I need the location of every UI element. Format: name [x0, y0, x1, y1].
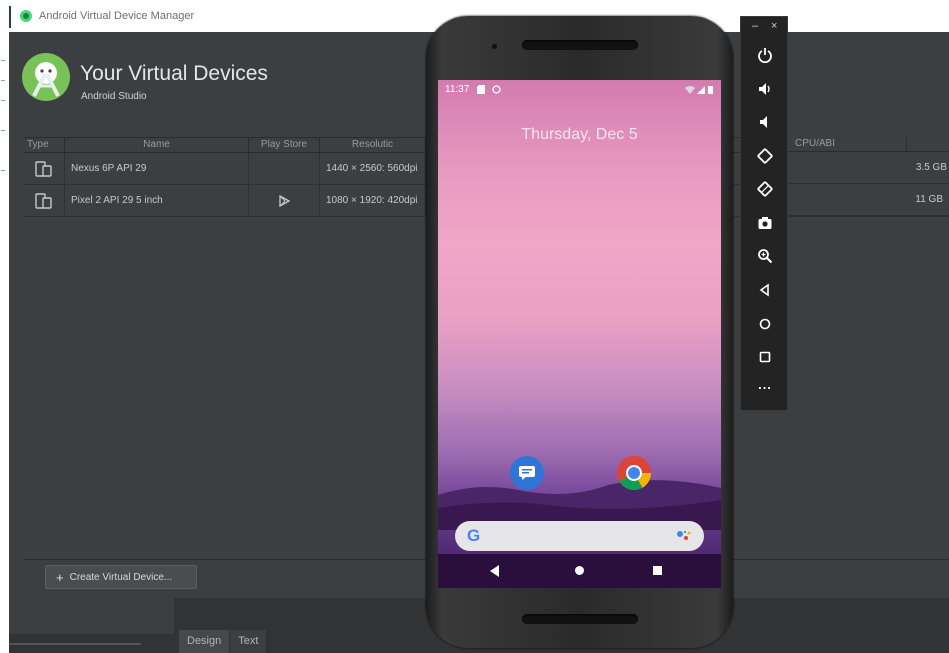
android-studio-icon — [20, 10, 32, 22]
device-size: 3.5 GB — [915, 162, 947, 173]
message-bubble-icon — [519, 466, 535, 480]
google-search-bar[interactable]: G — [455, 521, 704, 551]
lockscreen-date[interactable]: Thursday, Dec 5 — [438, 126, 721, 144]
screenshot-button[interactable] — [753, 211, 777, 235]
device-resolution: 1440 × 2560: 560dpi — [320, 153, 426, 184]
status-time: 11:37 — [445, 84, 470, 95]
device-size: 11 GB — [915, 194, 943, 205]
editor-tabs: Design Text — [179, 630, 267, 653]
window-title: Android Virtual Device Manager — [39, 10, 195, 22]
back-button[interactable] — [753, 278, 777, 302]
column-cpu-abi[interactable]: CPU/ABI — [795, 138, 835, 149]
play-store-icon — [279, 194, 290, 207]
notification-icons — [477, 84, 501, 95]
chrome-app-icon[interactable] — [616, 455, 652, 491]
volume-down-button[interactable] — [753, 110, 777, 134]
zoom-button[interactable] — [753, 244, 777, 268]
tab-design[interactable]: Design — [179, 630, 230, 653]
navigation-bar — [438, 554, 721, 588]
device-resolution: 1080 × 1920: 420dpi — [320, 185, 426, 216]
device-name: Nexus 6P API 29 — [65, 153, 249, 184]
overview-icon — [759, 351, 771, 363]
google-logo: G — [467, 526, 481, 545]
device-type-cell — [23, 185, 65, 216]
nav-recents-icon[interactable] — [653, 566, 662, 575]
tab-text[interactable]: Text — [230, 630, 267, 653]
wifi-icon — [684, 85, 695, 94]
volume-up-icon — [759, 83, 770, 95]
home-button[interactable] — [753, 312, 777, 336]
rotate-left-icon — [757, 148, 773, 164]
emulator-toolbar: – × ... — [740, 16, 788, 411]
ide-left-edge — [0, 0, 9, 653]
home-icon — [759, 318, 771, 330]
more-icon[interactable]: ... — [753, 378, 777, 391]
system-status-icons — [684, 84, 713, 95]
create-virtual-device-button[interactable]: + Create Virtual Device... — [45, 565, 197, 589]
device-type-cell — [23, 153, 65, 184]
zoom-icon — [758, 249, 773, 264]
column-play-store[interactable]: Play Store — [249, 138, 320, 152]
sd-card-icon — [477, 85, 485, 95]
messages-app-icon[interactable] — [510, 456, 544, 490]
volume-up-button[interactable] — [753, 77, 777, 101]
close-icon[interactable]: × — [771, 20, 777, 32]
google-assistant-icon[interactable] — [676, 529, 692, 543]
power-icon — [758, 48, 772, 63]
rotate-left-button[interactable] — [753, 144, 777, 168]
status-bar: 11:37 — [438, 80, 721, 100]
camera-icon — [758, 217, 772, 229]
page-subtitle: Android Studio — [81, 91, 147, 102]
column-resolution[interactable]: Resolutic — [320, 138, 426, 152]
play-store-cell — [249, 185, 320, 216]
emulator-screen[interactable]: 11:37 Thursday, Dec 5 G — [438, 80, 721, 588]
rotate-right-button[interactable] — [753, 177, 777, 201]
rotate-right-icon — [757, 181, 773, 197]
sync-icon — [491, 85, 501, 94]
column-type[interactable]: Type — [23, 138, 65, 152]
android-studio-logo — [22, 53, 70, 101]
nav-home-icon[interactable] — [575, 566, 584, 575]
device-type-icon — [34, 192, 52, 209]
front-camera — [492, 44, 497, 49]
device-type-icon — [34, 160, 52, 177]
play-store-cell — [249, 153, 320, 184]
table-right-fragment: CPU/ABI 3.5 GB 11 GB — [788, 137, 949, 217]
earpiece — [522, 40, 638, 50]
battery-icon — [708, 86, 713, 95]
plus-icon: + — [56, 569, 64, 585]
volume-down-icon — [760, 116, 767, 128]
create-virtual-device-label: Create Virtual Device... — [69, 571, 173, 583]
column-name[interactable]: Name — [65, 138, 249, 152]
page-title: Your Virtual Devices — [80, 62, 268, 85]
overview-button[interactable] — [753, 345, 777, 369]
signal-icon — [697, 85, 706, 94]
device-name: Pixel 2 API 29 5 inch — [65, 185, 249, 216]
back-icon — [759, 283, 769, 297]
bottom-speaker — [522, 614, 638, 624]
power-button[interactable] — [753, 43, 777, 67]
nav-back-icon[interactable] — [490, 565, 499, 577]
minimize-icon[interactable]: – — [752, 20, 758, 32]
emulator-device-frame: 11:37 Thursday, Dec 5 G — [426, 16, 733, 648]
